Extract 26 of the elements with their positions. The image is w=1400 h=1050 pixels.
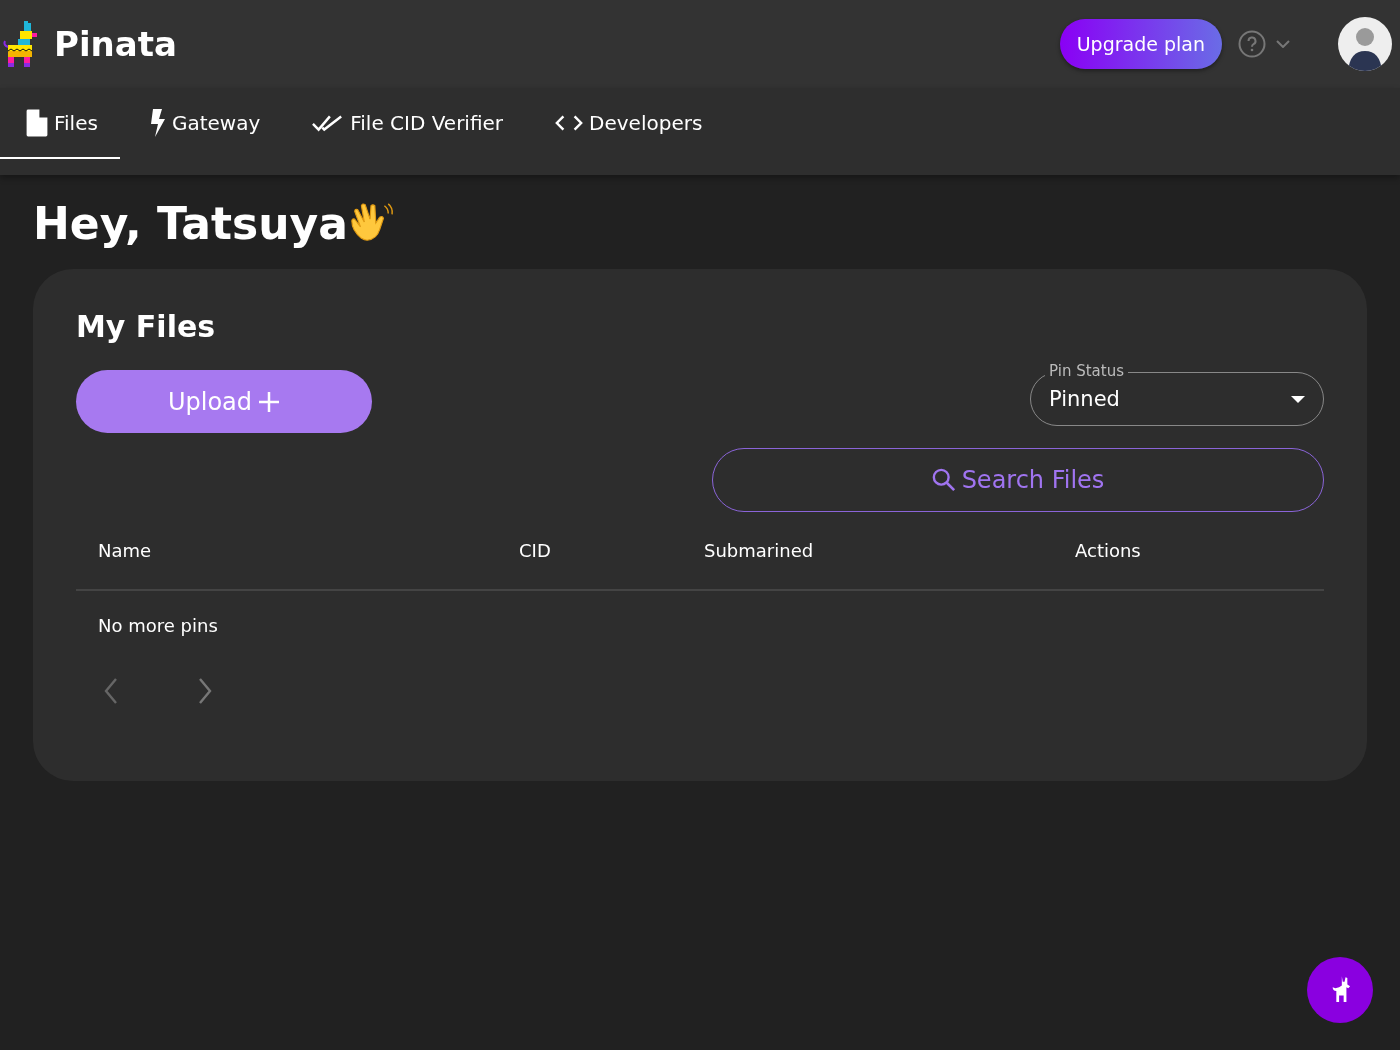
empty-message: No more pins xyxy=(98,615,218,636)
chevron-right-icon[interactable] xyxy=(198,678,212,704)
nav-tab[interactable]: Gateway xyxy=(123,88,283,159)
help-icon[interactable] xyxy=(1238,30,1266,58)
column-header: Name xyxy=(98,540,153,561)
lightning-icon xyxy=(149,108,166,137)
file-icon xyxy=(26,108,48,137)
plus-icon xyxy=(258,390,281,413)
nav-tab[interactable]: Developers xyxy=(529,88,725,159)
code-icon xyxy=(555,113,584,132)
double-check-icon xyxy=(312,113,345,132)
card-title: My Files xyxy=(76,309,216,344)
greeting-heading: Hey, Tatsuya xyxy=(33,197,348,249)
chevron-left-icon[interactable] xyxy=(104,678,118,704)
pinata-logo-icon xyxy=(2,19,38,69)
dropdown-arrow-icon xyxy=(1291,395,1305,403)
column-header: CID xyxy=(519,540,552,561)
nav-tab[interactable]: File CID Verifier xyxy=(286,88,526,159)
column-header: Actions xyxy=(1075,540,1141,561)
nav-tab[interactable]: Files xyxy=(0,88,120,159)
user-avatar[interactable] xyxy=(1338,17,1392,71)
brand-name: Pinata xyxy=(54,24,177,64)
search-icon xyxy=(931,468,956,492)
chevron-down-icon[interactable] xyxy=(1276,40,1290,48)
column-header: Submarined xyxy=(704,540,815,561)
upgrade-button[interactable]: Upgrade plan xyxy=(1059,19,1222,69)
